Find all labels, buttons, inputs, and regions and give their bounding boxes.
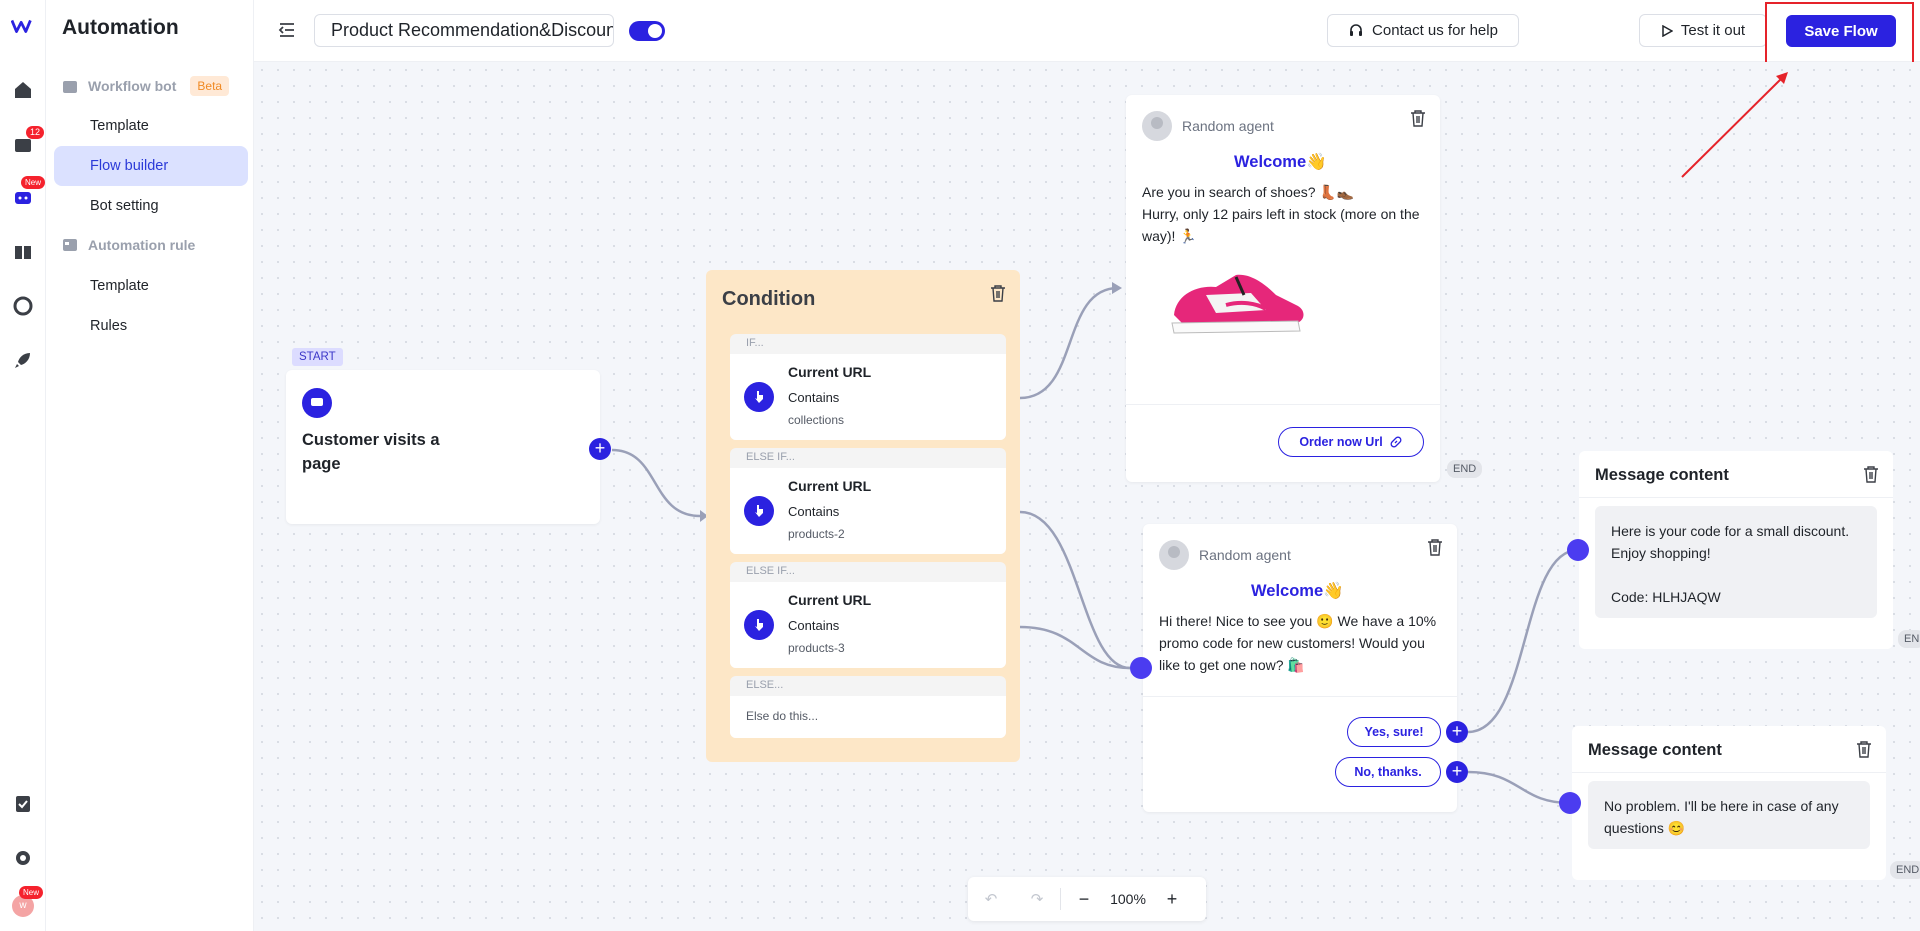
welcome-heading: Welcome👋: [1234, 153, 1327, 171]
message-content-node-2[interactable]: Message content No problem. I'll be here…: [1572, 726, 1886, 880]
condition-rule-if[interactable]: IF... Current URL Contains collections: [730, 334, 1006, 440]
rule-field: Current URL: [788, 478, 872, 494]
no-add-button[interactable]: +: [1446, 761, 1468, 783]
message-line-2: Hurry, only 12 pairs left in stock (more…: [1142, 206, 1420, 244]
rule-value: products-3: [788, 641, 845, 655]
content-code: Code: HLHJAQW: [1611, 589, 1721, 605]
condition-rule-else-if-2[interactable]: ELSE IF... Current URL Contains products…: [730, 562, 1006, 668]
rule-label: IF...: [746, 337, 764, 349]
agent-name: Random agent: [1182, 118, 1274, 134]
message-line-1: Are you in search of shoes? 👢👞: [1142, 184, 1355, 200]
start-node-text: Customer visits a page: [302, 431, 440, 473]
content-2-input-handle[interactable]: [1559, 792, 1581, 814]
message-content-box[interactable]: Here is your code for a small discount. …: [1595, 506, 1877, 618]
pointer-icon: [744, 610, 774, 640]
message-node-2[interactable]: Random agent Welcome👋 Hi there! Nice to …: [1143, 524, 1457, 812]
condition-node[interactable]: Condition IF... Current URL Contains col…: [706, 270, 1020, 762]
shoe-image: [1166, 265, 1311, 350]
condition-rule-else[interactable]: ELSE... Else do this...: [730, 676, 1006, 738]
message-content-title: Message content: [1588, 741, 1722, 759]
zoom-in-button[interactable]: +: [1149, 889, 1195, 910]
start-node[interactable]: Customer visits a page: [286, 370, 600, 524]
yes-add-button[interactable]: +: [1446, 721, 1468, 743]
rule-field: Current URL: [788, 364, 872, 380]
agent-row: Random agent: [1159, 540, 1291, 570]
rule-value: products-2: [788, 527, 845, 541]
pointer-icon: [744, 496, 774, 526]
rule-label: ELSE IF...: [746, 451, 795, 463]
arrowhead-2: [1112, 282, 1122, 294]
rule-operator: Contains: [788, 618, 840, 633]
zoom-level: 100%: [1110, 891, 1146, 907]
yes-sure-button[interactable]: Yes, sure!: [1347, 717, 1441, 747]
message-2-input-handle[interactable]: [1130, 657, 1152, 679]
divider: [1579, 497, 1893, 498]
rule-value: collections: [788, 413, 845, 427]
rule-field: Current URL: [788, 592, 872, 608]
message-delete-icon[interactable]: [1427, 538, 1445, 558]
order-now-url-button[interactable]: Order now Url: [1278, 427, 1424, 457]
content-delete-icon[interactable]: [1856, 740, 1874, 760]
rule-label: ELSE...: [746, 679, 784, 691]
rule-operator: Contains: [788, 390, 840, 405]
start-tag: START: [292, 348, 343, 366]
content-1-input-handle[interactable]: [1567, 539, 1589, 561]
condition-delete-icon[interactable]: [990, 284, 1008, 304]
no-thanks-button[interactable]: No, thanks.: [1335, 757, 1441, 787]
divider: [1126, 404, 1440, 405]
agent-row: Random agent: [1142, 111, 1274, 141]
rule-label: ELSE IF...: [746, 565, 795, 577]
pointer-icon: [744, 382, 774, 412]
condition-rule-else-if-1[interactable]: ELSE IF... Current URL Contains products…: [730, 448, 1006, 554]
divider: [1572, 772, 1886, 773]
agent-avatar: [1159, 540, 1189, 570]
message-content-title: Message content: [1595, 466, 1729, 484]
end-tag-partial: EN: [1898, 630, 1920, 648]
undo-icon[interactable]: ↶: [968, 890, 1014, 908]
link-icon: [1390, 436, 1402, 448]
order-now-label: Order now Url: [1299, 435, 1383, 449]
zoom-toolbar: ↶ ↷ − 100% +: [968, 877, 1206, 921]
redo-icon[interactable]: ↷: [1014, 890, 1060, 908]
message-delete-icon[interactable]: [1410, 109, 1428, 129]
content-line-1: Here is your code for a small discount. …: [1611, 523, 1850, 561]
message-content-node-1[interactable]: Message content Here is your code for a …: [1579, 451, 1893, 649]
message-text: Hi there! Nice to see you 🙂 We have a 10…: [1159, 613, 1437, 673]
message-content-box[interactable]: No problem. I'll be here in case of any …: [1588, 781, 1870, 849]
agent-avatar: [1142, 111, 1172, 141]
annotation-arrow: [1681, 74, 1786, 178]
chat-bubble-icon: [302, 388, 332, 418]
zoom-out-button[interactable]: −: [1061, 889, 1107, 910]
start-add-button[interactable]: +: [589, 438, 611, 460]
rule-operator: Contains: [788, 504, 840, 519]
content-text: No problem. I'll be here in case of any …: [1604, 798, 1839, 836]
content-delete-icon[interactable]: [1863, 465, 1881, 485]
divider: [1143, 696, 1457, 697]
agent-name: Random agent: [1199, 547, 1291, 563]
end-tag-partial: END: [1890, 861, 1920, 879]
message-node-1[interactable]: Random agent Welcome👋 Are you in search …: [1126, 95, 1440, 482]
welcome-heading: Welcome👋: [1251, 582, 1344, 600]
condition-title: Condition: [722, 288, 816, 310]
end-tag: END: [1447, 460, 1483, 478]
else-text: Else do this...: [746, 709, 819, 723]
